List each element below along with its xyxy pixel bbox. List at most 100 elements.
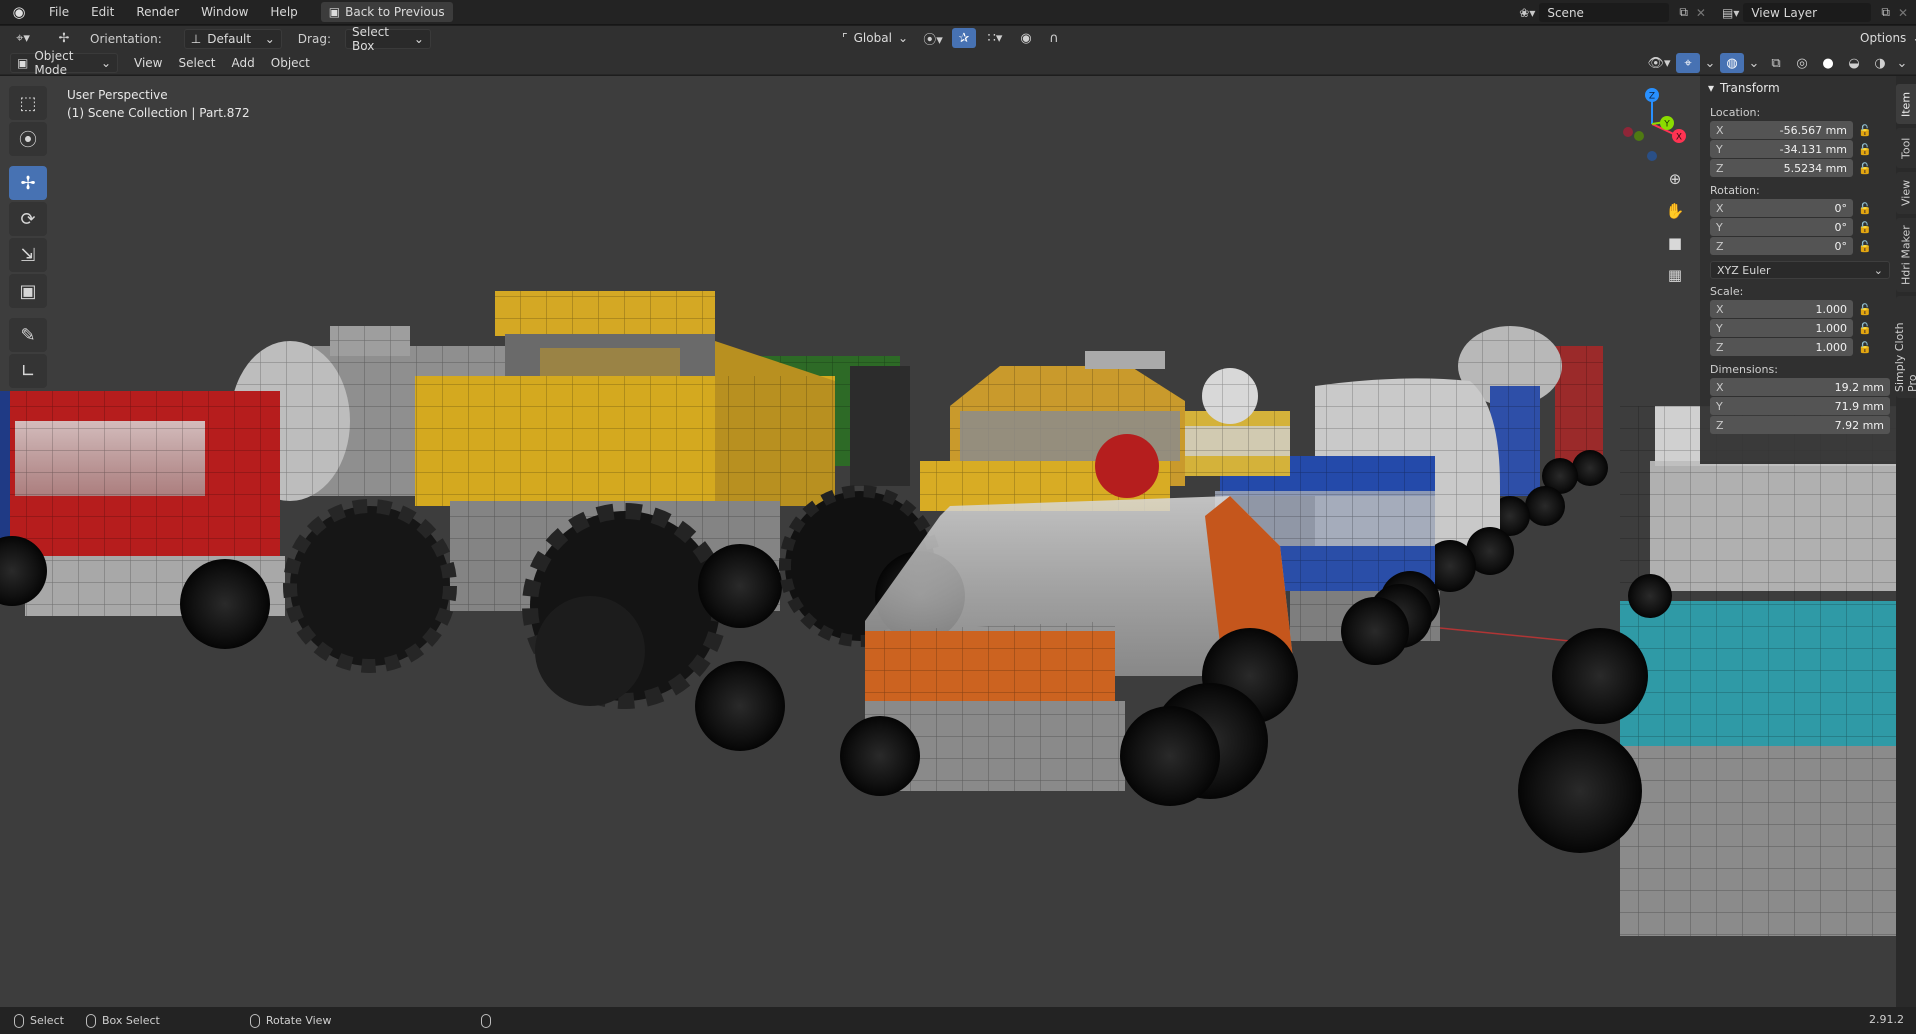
scale-label: Scale: — [1710, 285, 1744, 298]
tab-item[interactable]: Item — [1896, 84, 1916, 124]
xray-toggle-icon[interactable]: ⧉ — [1764, 53, 1788, 73]
field-value: 1.000 — [1815, 321, 1848, 335]
status-box-select-label: Box Select — [101, 1014, 160, 1027]
material-shading-icon[interactable]: ◒ — [1842, 53, 1866, 73]
orientation-dropdown[interactable]: ⊥ Default ⌄ — [183, 28, 282, 49]
overlays-toggle-icon[interactable]: ◍ — [1720, 53, 1744, 73]
chevron-down-icon[interactable]: ⌄ — [1746, 53, 1762, 73]
transform-orientation-dropdown[interactable]: ⌜ Global ⌄ — [836, 28, 914, 48]
scale-y-field[interactable]: Y 1.000 — [1710, 319, 1853, 337]
orientation-label: Orientation: — [90, 31, 162, 46]
proportional-editing-icon[interactable]: ◉ — [1014, 28, 1038, 48]
top-menu-bar: ◉ File Edit Render Window Help ▣ Back to… — [0, 0, 1916, 25]
scale-tool-icon[interactable]: ⇲ — [9, 238, 47, 272]
tab-tool[interactable]: Tool — [1896, 128, 1916, 168]
lock-icon[interactable]: 🔓 — [1853, 303, 1877, 316]
lock-icon[interactable]: 🔓 — [1853, 221, 1877, 234]
3d-viewport[interactable]: User Perspective (1) Scene Collection | … — [0, 76, 1916, 1007]
object-menu[interactable]: Object — [263, 53, 318, 73]
chevron-down-icon[interactable]: ⌄ — [1894, 53, 1910, 73]
solid-shading-icon[interactable]: ● — [1816, 53, 1840, 73]
view-layer-selector-icon[interactable]: ▤▾ — [1718, 6, 1743, 20]
dimensions-y-field[interactable]: Y 71.9 mm — [1710, 397, 1890, 415]
wireframe-shading-icon[interactable]: ◎ — [1790, 53, 1814, 73]
mode-dropdown[interactable]: ▣ Object Mode ⌄ — [10, 49, 118, 77]
view-layer-field[interactable]: View Layer — [1743, 3, 1872, 22]
lock-icon[interactable]: 🔓 — [1853, 322, 1877, 335]
cursor-tool-icon[interactable]: ⦿ — [9, 122, 47, 156]
rendered-shading-icon[interactable]: ◑ — [1868, 53, 1892, 73]
delete-view-layer-icon[interactable]: ✕ — [1894, 6, 1912, 20]
gizmo-neg-z-ball[interactable] — [1647, 151, 1657, 161]
lock-icon[interactable]: 🔓 — [1853, 341, 1877, 354]
location-z-field[interactable]: Z 5.5234 mm — [1710, 159, 1853, 177]
ortho-grid-icon[interactable]: ▦ — [1662, 262, 1688, 288]
new-scene-icon[interactable]: ⧉ — [1675, 5, 1692, 20]
menu-edit[interactable]: Edit — [80, 1, 125, 23]
add-menu[interactable]: Add — [224, 53, 263, 73]
tab-simply-cloth-pro[interactable]: Simply Cloth Pro — [1893, 296, 1916, 398]
back-to-previous-label: Back to Previous — [345, 5, 445, 19]
small-yellow-truck — [1180, 368, 1290, 476]
measure-tool-icon[interactable]: ∟ — [9, 354, 47, 388]
pivot-point-icon[interactable]: ⦿▾ — [918, 28, 948, 48]
drag-dropdown[interactable]: Select Box ⌄ — [344, 25, 431, 53]
location-x-field[interactable]: X -56.567 mm — [1710, 121, 1853, 139]
gizmo-toggle-icon[interactable]: ⌖ — [1676, 53, 1700, 73]
dimensions-z-field[interactable]: Z 7.92 mm — [1710, 416, 1890, 434]
select-box-tool-icon[interactable]: ⬚ — [9, 86, 47, 120]
transform-tool-icon[interactable]: ▣ — [9, 274, 47, 308]
scene-name-field[interactable]: Scene — [1539, 3, 1670, 22]
visibility-icon[interactable]: 👁▾ — [1644, 53, 1674, 73]
snap-toggle-icon[interactable]: ✰ — [952, 28, 976, 48]
rotate-tool-icon[interactable]: ⟳ — [9, 202, 47, 236]
back-to-previous-button[interactable]: ▣ Back to Previous — [320, 2, 453, 22]
screen-icon: ▣ — [328, 5, 341, 19]
axis-label: X — [1716, 380, 1724, 394]
pan-hand-icon[interactable]: ✋ — [1662, 198, 1688, 224]
tab-view[interactable]: View — [1896, 172, 1916, 214]
status-box-select: Box Select — [85, 1013, 160, 1028]
menu-file[interactable]: File — [38, 1, 80, 23]
tool-settings-header: ⌖▾ ✢ Orientation: ⊥ Default ⌄ Drag: Sele… — [0, 25, 1916, 53]
location-y-field[interactable]: Y -34.131 mm — [1710, 140, 1853, 158]
delete-scene-icon[interactable]: ✕ — [1692, 6, 1710, 20]
menu-window[interactable]: Window — [190, 1, 259, 23]
scale-z-row: Z 1.000 🔓 — [1710, 338, 1890, 357]
snap-target-icon[interactable]: ∷▾ — [980, 28, 1010, 48]
scale-x-field[interactable]: X 1.000 — [1710, 300, 1853, 318]
rotation-x-field[interactable]: X 0° — [1710, 199, 1853, 217]
dimensions-x-field[interactable]: X 19.2 mm — [1710, 378, 1890, 396]
menu-help[interactable]: Help — [259, 1, 308, 23]
lock-icon[interactable]: 🔓 — [1853, 240, 1877, 253]
options-dropdown[interactable]: Options ⌄ — [1854, 28, 1916, 48]
tab-hdri-maker[interactable]: Hdri Maker — [1896, 218, 1916, 292]
lock-icon[interactable]: 🔓 — [1853, 143, 1877, 156]
lock-icon[interactable]: 🔓 — [1853, 124, 1877, 137]
new-view-layer-icon[interactable]: ⧉ — [1877, 5, 1894, 20]
scene-selector-icon[interactable]: ❀▾ — [1515, 6, 1539, 20]
gizmo-neg-y-ball[interactable] — [1634, 131, 1644, 141]
falloff-icon[interactable]: ∩ — [1042, 28, 1066, 48]
transform-orientation-value: Global — [853, 31, 892, 45]
zoom-icon[interactable]: ⊕ — [1662, 166, 1688, 192]
gizmo-neg-x-ball[interactable] — [1623, 127, 1633, 137]
status-bar: Select Box Select Rotate View 2.91.2 — [0, 1007, 1916, 1034]
chevron-down-icon[interactable]: ⌄ — [1702, 53, 1718, 73]
camera-view-icon[interactable]: ■ — [1662, 230, 1688, 256]
rotation-y-field[interactable]: Y 0° — [1710, 218, 1853, 236]
transform-panel-header[interactable]: ▾ Transform — [1700, 76, 1896, 100]
blender-logo-icon[interactable]: ◉ — [8, 3, 30, 21]
move-tool-button-icon[interactable]: ✢ — [9, 166, 47, 200]
view-menu[interactable]: View — [126, 53, 170, 73]
select-menu[interactable]: Select — [170, 53, 223, 73]
rotation-z-field[interactable]: Z 0° — [1710, 237, 1853, 255]
lock-icon[interactable]: 🔓 — [1853, 202, 1877, 215]
menu-render[interactable]: Render — [125, 1, 190, 23]
annotate-tool-icon[interactable]: ✎ — [9, 318, 47, 352]
rotation-mode-dropdown[interactable]: XYZ Euler ⌄ — [1710, 261, 1890, 279]
editor-type-icon[interactable]: ⌖▾ — [8, 29, 38, 49]
navigation-gizmo[interactable]: Z X Y — [1612, 84, 1692, 164]
lock-icon[interactable]: 🔓 — [1853, 162, 1877, 175]
scale-z-field[interactable]: Z 1.000 — [1710, 338, 1853, 356]
